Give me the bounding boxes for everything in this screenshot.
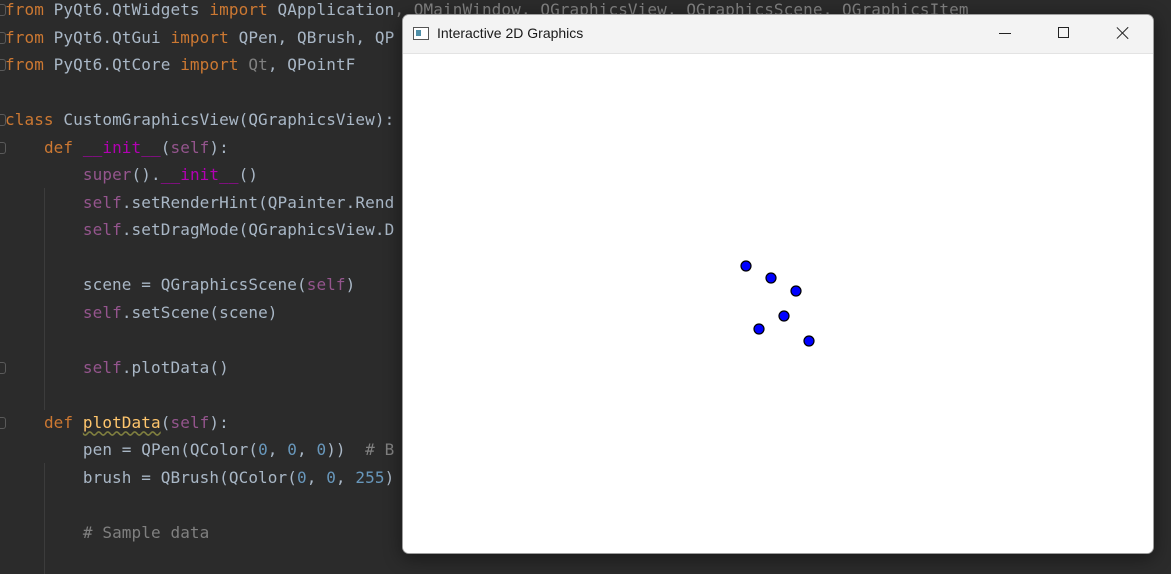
code-token: , <box>267 440 288 459</box>
code-token: 0 <box>316 440 327 459</box>
point-marker[interactable] <box>803 335 815 347</box>
code-token: ) <box>345 275 356 294</box>
code-line[interactable]: brush = QBrush(QColor(0, 0, 255) <box>5 468 394 488</box>
code-token: self <box>82 192 122 212</box>
code-line[interactable]: # Sample data <box>5 523 209 543</box>
code-token: self <box>82 302 122 322</box>
code-line[interactable]: self.setRenderHint(QPainter.Rend <box>5 193 394 213</box>
point-marker[interactable] <box>765 272 777 284</box>
code-token: () <box>238 165 259 184</box>
window-title: Interactive 2D Graphics <box>437 25 584 41</box>
code-token: .setScene(scene) <box>121 302 278 322</box>
code-token: .setRenderHint(QPainter.Rend <box>121 192 395 212</box>
code-token: 0 <box>258 440 268 459</box>
code-token: , QPointF <box>267 55 356 74</box>
code-token: self <box>170 412 210 432</box>
maximize-button[interactable] <box>1034 15 1092 53</box>
code-line[interactable]: class CustomGraphicsView(QGraphicsView): <box>5 110 394 130</box>
code-token: PyQt6.QtWidgets <box>53 0 210 19</box>
code-token: 0 <box>326 467 336 487</box>
code-token: QPen, QBrush, QP <box>238 27 395 47</box>
code-token: PyQt6.QtCore <box>53 55 181 74</box>
code-token: super <box>82 165 132 184</box>
graphics-scene[interactable] <box>403 54 1153 553</box>
code-token: 255 <box>355 467 385 487</box>
code-token: scene = QGraphicsScene( <box>5 275 307 294</box>
code-token: CustomGraphicsView(QGraphicsView): <box>63 110 395 129</box>
code-token: .setDragMode(QGraphicsView.D <box>121 220 395 239</box>
point-marker[interactable] <box>778 310 790 322</box>
code-line[interactable]: self.setScene(scene) <box>5 303 278 323</box>
code-token: PyQt6.QtGui <box>53 27 171 47</box>
window-titlebar[interactable]: Interactive 2D Graphics <box>403 15 1153 54</box>
code-token: # B <box>365 440 395 459</box>
point-marker[interactable] <box>753 323 765 335</box>
maximize-icon <box>1058 27 1069 38</box>
code-line[interactable]: super().__init__() <box>5 165 258 185</box>
code-token: __init__ <box>160 165 239 184</box>
code-token: 0 <box>287 440 297 459</box>
code-token: import <box>170 27 239 47</box>
code-token: , <box>306 467 327 487</box>
close-button[interactable] <box>1093 15 1151 53</box>
code-token: , <box>335 467 356 487</box>
close-icon <box>1116 26 1130 40</box>
code-token: class <box>5 110 64 129</box>
minimize-icon <box>999 33 1011 34</box>
code-token: pen = QPen(QColor( <box>5 440 259 459</box>
code-token: .plotData() <box>121 357 229 377</box>
code-line[interactable]: from PyQt6.QtGui import QPen, QBrush, QP <box>5 28 394 48</box>
code-token: ) <box>384 467 395 487</box>
code-token: def <box>43 137 83 157</box>
code-token: self <box>82 357 122 377</box>
code-token: # Sample data <box>82 522 210 542</box>
code-token: from <box>5 27 54 47</box>
code-token: import <box>209 0 278 19</box>
code-token: 0 <box>296 467 307 487</box>
code-token: import <box>180 55 249 74</box>
code-token: from <box>5 0 54 19</box>
code-token: (). <box>131 165 161 184</box>
code-token: self <box>306 275 346 294</box>
code-token: , <box>297 440 317 459</box>
code-token: ): <box>209 137 229 157</box>
point-marker[interactable] <box>740 260 752 272</box>
code-line[interactable]: self.setDragMode(QGraphicsView.D <box>5 220 394 240</box>
code-line[interactable]: self.plotData() <box>5 358 229 378</box>
code-line[interactable]: def plotData(self): <box>5 413 229 433</box>
code-token: self <box>170 137 210 157</box>
code-token: Qt <box>248 55 268 74</box>
point-marker[interactable] <box>790 285 802 297</box>
code-line[interactable]: from PyQt6.QtCore import Qt, QPointF <box>5 55 355 75</box>
code-token: from <box>5 55 54 74</box>
code-token: def <box>43 412 83 432</box>
graphics-view[interactable] <box>403 54 1153 553</box>
code-token: __init__ <box>82 137 161 157</box>
code-token: QApplication <box>277 0 395 19</box>
code-token: brush = QBrush(QColor( <box>5 467 297 487</box>
code-token: plotData <box>82 412 161 432</box>
app-window[interactable]: Interactive 2D Graphics <box>402 14 1154 554</box>
code-line[interactable]: def __init__(self): <box>5 138 229 158</box>
app-icon <box>413 27 429 40</box>
code-line[interactable]: pen = QPen(QColor(0, 0, 0)) # B <box>5 440 394 460</box>
code-token: )) <box>326 440 366 459</box>
minimize-button[interactable] <box>975 15 1033 53</box>
code-line[interactable]: scene = QGraphicsScene(self) <box>5 275 355 295</box>
code-token: ): <box>209 412 229 432</box>
code-token: self <box>82 220 122 239</box>
